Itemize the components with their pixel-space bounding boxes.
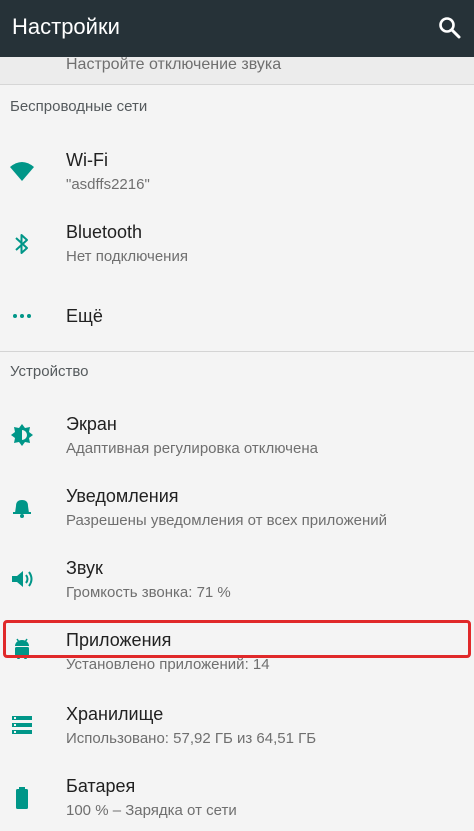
section-header-device: Устройство	[10, 363, 89, 380]
sound-title: Звук	[66, 558, 103, 578]
apps-highlight-frame	[3, 620, 471, 658]
display-title: Экран	[66, 414, 117, 434]
storage-title: Хранилище	[66, 704, 164, 724]
app-toolbar: Настройки	[0, 0, 474, 57]
battery-icon	[16, 787, 28, 809]
settings-item-bluetooth[interactable]: Bluetooth Нет подключения	[0, 212, 474, 278]
storage-subtitle: Использовано: 57,92 ГБ из 64,51 ГБ	[66, 730, 317, 747]
search-icon	[439, 17, 461, 39]
brightness-icon	[11, 424, 33, 446]
section-header-wireless: Беспроводные сети	[10, 98, 148, 115]
settings-item-notifications[interactable]: Уведомления Разрешены уведомления от все…	[0, 476, 474, 542]
battery-title: Батарея	[66, 776, 136, 796]
settings-item-battery[interactable]: Батарея 100 % – Зарядка от сети	[0, 766, 474, 831]
section-divider	[0, 351, 474, 352]
notifications-subtitle: Разрешены уведомления от всех приложений	[66, 512, 388, 529]
settings-item-wifi[interactable]: Wi-Fi "asdffs2216"	[0, 140, 474, 206]
bluetooth-subtitle: Нет подключения	[66, 248, 188, 265]
notifications-title: Уведомления	[66, 486, 179, 506]
more-title: Ещё	[66, 306, 103, 326]
settings-item-storage[interactable]: Хранилище Использовано: 57,92 ГБ из 64,5…	[0, 694, 474, 760]
battery-subtitle: 100 % – Зарядка от сети	[66, 802, 237, 819]
do-not-disturb-subtitle: Настройте отключение звука	[66, 57, 282, 73]
bluetooth-title: Bluetooth	[66, 222, 143, 242]
bell-icon	[13, 500, 31, 518]
sound-subtitle: Громкость звонка: 71 %	[66, 584, 231, 601]
settings-item-sound[interactable]: Звук Громкость звонка: 71 %	[0, 548, 474, 614]
apps-subtitle: Установлено приложений: 14	[66, 656, 270, 673]
search-button[interactable]	[434, 12, 466, 44]
page-title: Настройки	[12, 14, 120, 39]
dnd-icon	[12, 57, 30, 63]
wifi-icon	[10, 162, 34, 181]
more-dots-icon	[13, 314, 31, 318]
display-subtitle: Адаптивная регулировка отключена	[66, 440, 318, 457]
do-not-disturb-item[interactable]: Настройте отключение звука	[0, 57, 474, 85]
settings-item-display[interactable]: Экран Адаптивная регулировка отключена	[0, 404, 474, 470]
bluetooth-icon	[15, 234, 28, 254]
settings-item-more[interactable]: Ещё	[0, 288, 474, 344]
volume-icon	[12, 571, 33, 587]
storage-icon	[12, 716, 32, 734]
wifi-title: Wi-Fi	[66, 150, 108, 170]
wifi-subtitle: "asdffs2216"	[66, 176, 150, 193]
